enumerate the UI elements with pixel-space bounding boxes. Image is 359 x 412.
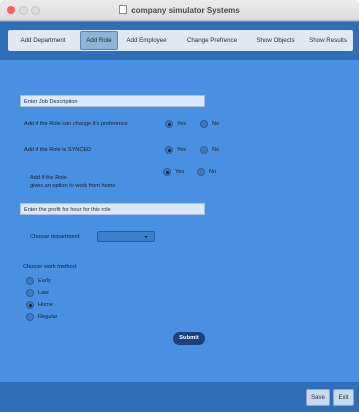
change-preference-label: Add if the Role can change it's preferen… xyxy=(24,121,128,127)
work-from-home-yes-label: Yes xyxy=(175,169,185,175)
tab-show-results[interactable]: Show Results xyxy=(303,32,353,49)
department-label: Choose department: xyxy=(30,234,81,240)
work-method-regular-label: Regular xyxy=(38,314,58,320)
app-window: company simulator Systems Add Department… xyxy=(0,0,359,412)
document-icon xyxy=(119,5,128,14)
work-method-label: Choose work method: xyxy=(23,264,78,270)
work-method-early-label: Early xyxy=(38,278,51,284)
work-from-home-no-label: No xyxy=(209,169,217,175)
tab-bar: Add Department Add Role Add Employee Cha… xyxy=(0,22,359,60)
footer-bar: Save Exit xyxy=(0,382,359,412)
job-description-header: Enter Job Description xyxy=(20,95,205,107)
work-from-home-label-line2: gives an option to work from home xyxy=(30,183,116,189)
work-from-home-label-line1: Add if the Role xyxy=(30,175,67,181)
work-method-home-radio[interactable] xyxy=(26,301,34,309)
change-preference-no-radio[interactable] xyxy=(200,120,208,128)
work-method-home-label: Home xyxy=(38,302,53,308)
tab-add-department[interactable]: Add Department xyxy=(10,32,76,49)
save-button[interactable]: Save xyxy=(306,389,330,406)
synced-label: Add if the Role is SYNCED xyxy=(24,147,92,153)
window-title: company simulator Systems xyxy=(0,5,359,15)
exit-button[interactable]: Exit xyxy=(333,389,354,406)
synced-yes-label: Yes xyxy=(177,147,187,153)
tab-show-objects[interactable]: Show Objects xyxy=(249,32,302,49)
work-from-home-yes-radio[interactable] xyxy=(163,168,171,176)
work-method-early-radio[interactable] xyxy=(26,277,34,285)
synced-no-radio[interactable] xyxy=(200,146,208,154)
department-select[interactable] xyxy=(97,231,155,242)
work-method-late-radio[interactable] xyxy=(26,289,34,297)
change-preference-yes-radio[interactable] xyxy=(165,120,173,128)
tab-add-employee[interactable]: Add Employee xyxy=(119,32,174,49)
chevron-down-icon xyxy=(144,236,148,238)
change-preference-no-label: No xyxy=(212,121,220,127)
profit-input[interactable]: Enter the profit for hour for this role xyxy=(20,203,205,215)
work-from-home-no-radio[interactable] xyxy=(197,168,205,176)
tab-add-role[interactable]: Add Role xyxy=(80,31,118,50)
tab-strip: Add Department Add Role Add Employee Cha… xyxy=(8,30,353,51)
synced-yes-radio[interactable] xyxy=(165,146,173,154)
title-bar: company simulator Systems xyxy=(0,0,359,21)
work-method-regular-radio[interactable] xyxy=(26,313,34,321)
synced-no-label: No xyxy=(212,147,220,153)
submit-button[interactable]: Submit xyxy=(173,332,205,345)
tab-change-prefrence[interactable]: Change Prefrence xyxy=(176,32,248,49)
window-title-text: company simulator Systems xyxy=(131,6,240,15)
work-method-late-label: Late xyxy=(38,290,49,296)
change-preference-yes-label: Yes xyxy=(177,121,187,127)
